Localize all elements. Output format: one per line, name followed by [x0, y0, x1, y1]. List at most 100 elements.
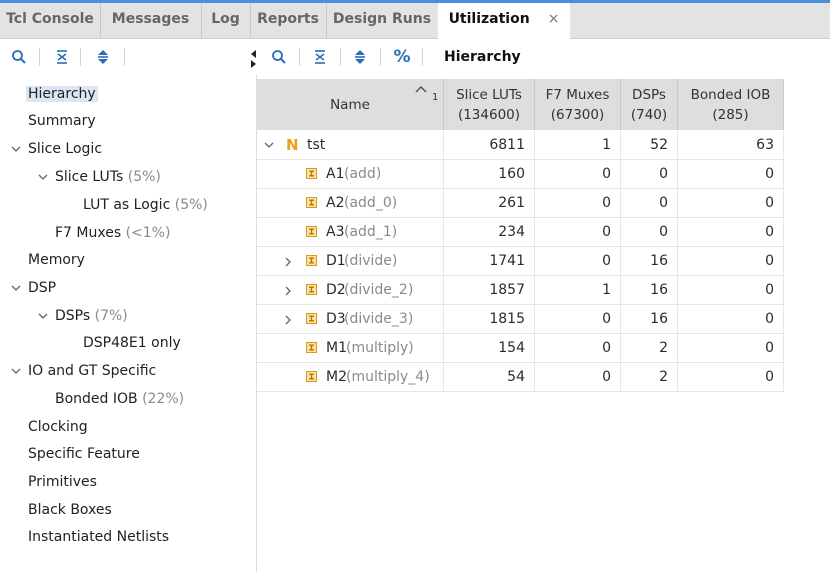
tree-item-label: Slice LUTs: [55, 169, 124, 185]
collapse-all-button[interactable]: [47, 39, 77, 75]
tree-item-label: DSP48E1 only: [83, 335, 181, 351]
table-row[interactable]: A2 (add_0) 261 0 0 0: [257, 189, 784, 218]
chevron-down-icon[interactable]: [37, 164, 49, 190]
percent-toggle-button[interactable]: %: [387, 39, 417, 75]
module-name: M2: [326, 369, 347, 385]
column-header-dsps[interactable]: DSPs (740): [621, 79, 678, 130]
expand-all-button[interactable]: [88, 39, 118, 75]
tree-item-label: LUT as Logic: [83, 197, 171, 213]
bonded-iob-cell: 0: [678, 247, 784, 275]
tree-item-clocking[interactable]: Clocking: [28, 414, 88, 440]
dsps-cell: 0: [621, 189, 678, 217]
search-button[interactable]: [264, 39, 294, 75]
tree-item-primitives[interactable]: Primitives: [28, 469, 97, 495]
tree-item-lut-as-logic[interactable]: LUT as Logic (5%): [83, 192, 208, 218]
tree-item-instantiated-netlists[interactable]: Instantiated Netlists: [28, 524, 169, 550]
tab-messages[interactable]: Messages: [100, 3, 202, 38]
tree-item-percent: (<1%): [121, 225, 171, 241]
tree-item-percent: (22%): [137, 391, 185, 407]
bonded-iob-cell: 0: [678, 334, 784, 362]
name-cell: D1 (divide): [257, 247, 444, 275]
sort-index: 1: [432, 92, 439, 103]
column-header-slice-luts[interactable]: Slice LUTs (134600): [444, 79, 535, 130]
tab-tcl-console[interactable]: Tcl Console: [0, 3, 101, 38]
percent-icon: %: [393, 47, 411, 67]
tab-reports[interactable]: Reports: [250, 3, 327, 38]
splitter-arrows-icon[interactable]: [249, 47, 257, 69]
tree-item-dsps[interactable]: DSPs (7%): [37, 303, 128, 329]
table-row[interactable]: M2 (multiply_4) 54 0 2 0: [257, 363, 784, 392]
dsps-cell: 52: [621, 131, 678, 159]
chevron-right-icon[interactable]: [284, 314, 292, 326]
tree-item-hierarchy[interactable]: Hierarchy: [26, 81, 98, 107]
close-tab-icon[interactable]: ×: [548, 11, 560, 27]
column-header-available: (67300): [550, 106, 605, 123]
dsps-cell: 0: [621, 160, 678, 188]
table-row[interactable]: M1 (multiply) 154 0 2 0: [257, 334, 784, 363]
slice-luts-cell: 160: [444, 160, 535, 188]
column-header-available: (134600): [457, 106, 521, 123]
expand-all-icon: [355, 50, 365, 64]
tree-item-io-and-gt-specific[interactable]: IO and GT Specific: [10, 358, 156, 384]
column-header-f7-muxes[interactable]: F7 Muxes (67300): [535, 79, 621, 130]
tab-design-runs[interactable]: Design Runs: [326, 3, 439, 38]
search-button[interactable]: [4, 39, 34, 75]
table-row[interactable]: D1 (divide) 1741 0 16 0: [257, 247, 784, 276]
module-icon: [306, 313, 317, 324]
table-row[interactable]: A1 (add) 160 0 0 0: [257, 160, 784, 189]
module-icon: [306, 255, 317, 266]
column-header-available: (285): [712, 106, 749, 123]
slice-luts-cell: 6811: [444, 131, 535, 159]
tree-item-label: Bonded IOB: [55, 391, 138, 407]
bonded-iob-cell: 0: [678, 189, 784, 217]
module-type: (add_0): [344, 195, 398, 211]
tree-item-label: Clocking: [28, 419, 88, 435]
module-name: tst: [307, 137, 326, 153]
module-type: (multiply): [346, 340, 414, 356]
chevron-right-icon[interactable]: [284, 285, 292, 297]
tree-item-percent: (7%): [90, 308, 128, 324]
collapse-all-button[interactable]: [305, 39, 335, 75]
tree-item-memory[interactable]: Memory: [28, 247, 85, 273]
module-icon: [306, 342, 317, 353]
toolbar-divider: [80, 48, 81, 66]
chevron-right-icon[interactable]: [284, 256, 292, 268]
tree-item-f7-muxes[interactable]: F7 Muxes (<1%): [55, 220, 170, 246]
module-type: (divide): [344, 253, 398, 269]
tree-item-specific-feature[interactable]: Specific Feature: [28, 441, 140, 467]
name-cell: M1 (multiply): [257, 334, 444, 362]
tree-item-bonded-iob[interactable]: Bonded IOB (22%): [55, 386, 184, 412]
table-row[interactable]: N tst 6811 1 52 63: [257, 131, 784, 160]
chevron-down-icon[interactable]: [10, 358, 22, 384]
tree-item-label: Slice Logic: [28, 141, 103, 157]
table-row[interactable]: A3 (add_1) 234 0 0 0: [257, 218, 784, 247]
tab-utilization[interactable]: Utilization ×: [438, 3, 570, 39]
f7-muxes-cell: 0: [535, 160, 621, 188]
tree-item-slice-logic[interactable]: Slice Logic: [10, 136, 102, 162]
chevron-down-icon[interactable]: [10, 136, 22, 162]
toolbar-divider: [422, 48, 423, 66]
module-icon: [306, 197, 317, 208]
tree-item-label: Specific Feature: [28, 446, 140, 462]
module-icon: [306, 226, 317, 237]
tab-log[interactable]: Log: [201, 3, 251, 38]
tree-item-slice-luts[interactable]: Slice LUTs (5%): [37, 164, 161, 190]
chevron-down-icon[interactable]: [263, 140, 275, 150]
name-cell: D2 (divide_2): [257, 276, 444, 304]
tree-item-dsp[interactable]: DSP: [10, 275, 56, 301]
tab-label: Design Runs: [332, 11, 432, 27]
table-row[interactable]: D3 (divide_3) 1815 0 16 0: [257, 305, 784, 334]
chevron-down-icon[interactable]: [37, 303, 49, 329]
tree-item-dsp48e1-only[interactable]: DSP48E1 only: [83, 330, 181, 356]
tab-label: Log: [211, 11, 240, 27]
column-header-bonded-iob[interactable]: Bonded IOB (285): [678, 79, 784, 130]
chevron-down-icon[interactable]: [10, 275, 22, 301]
column-header-name[interactable]: Name 1: [257, 79, 444, 130]
tree-item-black-boxes[interactable]: Black Boxes: [28, 497, 112, 523]
expand-all-button[interactable]: [345, 39, 375, 75]
table-row[interactable]: D2 (divide_2) 1857 1 16 0: [257, 276, 784, 305]
table-toolbar: %: [262, 39, 830, 75]
tree-item-summary[interactable]: Summary: [28, 108, 96, 134]
module-name: M1: [326, 340, 347, 356]
tree-item-percent: (5%): [170, 197, 208, 213]
